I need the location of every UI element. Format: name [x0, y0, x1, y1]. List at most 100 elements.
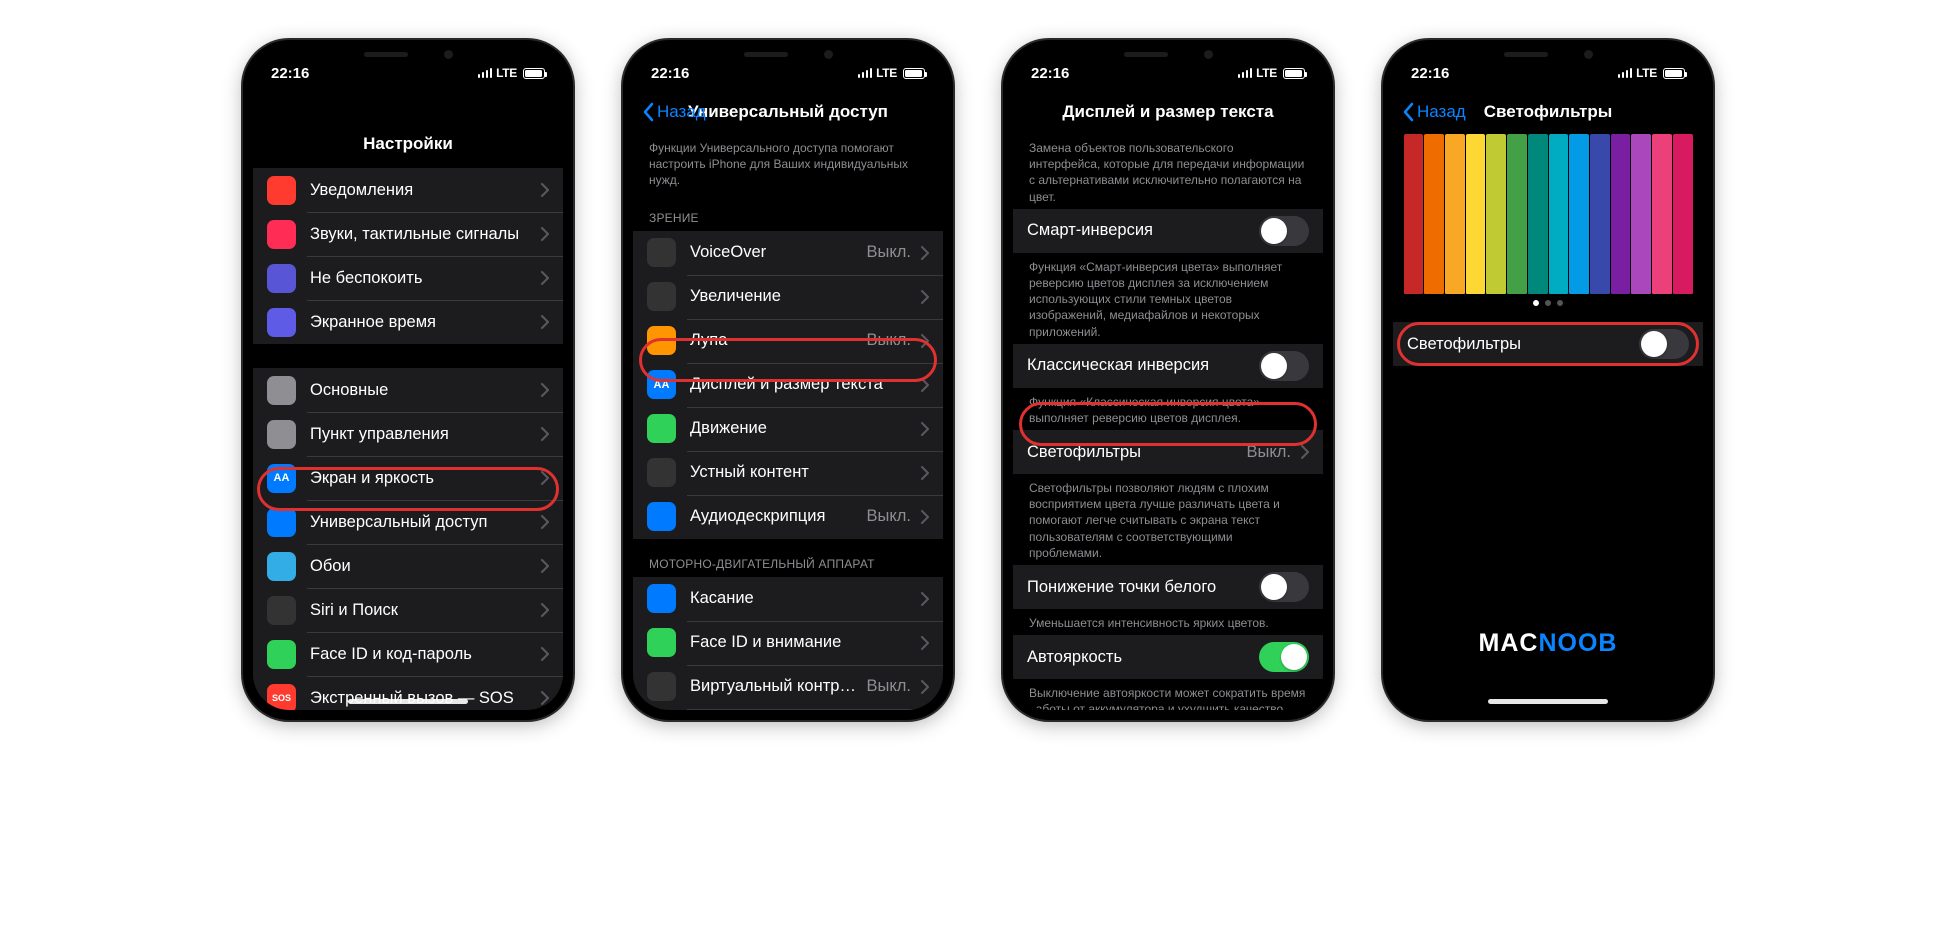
row-icon — [267, 308, 296, 337]
settings-row[interactable]: AA Экран и яркость — [253, 456, 563, 500]
row-icon: SOS — [267, 684, 296, 711]
row-label: Звуки, тактильные сигналы — [310, 225, 531, 244]
chevron-right-icon — [541, 559, 549, 573]
home-indicator[interactable] — [348, 699, 468, 704]
watermark: MACNOOB — [1393, 629, 1703, 658]
notch — [708, 40, 868, 68]
row-icon — [267, 264, 296, 293]
signal-icon — [1238, 68, 1253, 78]
row-reduce-white[interactable]: Понижение точки белого — [1013, 565, 1323, 609]
row-label: Дисплей и размер текста — [690, 375, 911, 394]
row-label: Универсальный доступ — [310, 513, 531, 532]
row-value: Выкл. — [867, 331, 911, 350]
signal-icon — [1618, 68, 1633, 78]
settings-row[interactable]: AAДисплей и размер текста — [633, 363, 943, 407]
chevron-right-icon — [921, 592, 929, 606]
settings-row[interactable]: Устный контент — [633, 451, 943, 495]
row-label: Face ID и внимание — [690, 633, 911, 652]
chevron-right-icon — [541, 271, 549, 285]
toggle-smart-invert[interactable] — [1259, 216, 1309, 246]
back-button[interactable]: Назад — [641, 102, 706, 122]
row-label: Siri и Поиск — [310, 601, 531, 620]
row-value: Выкл. — [867, 507, 911, 526]
content[interactable]: Светофильтры — [1393, 134, 1703, 710]
page-dots[interactable] — [1393, 300, 1703, 306]
chevron-right-icon — [541, 603, 549, 617]
row-icon — [267, 176, 296, 205]
note-smart: Функция «Смарт-инверсия цвета» выполняет… — [1013, 253, 1323, 344]
content[interactable]: Замена объектов пользовательского интерф… — [1013, 134, 1323, 710]
row-label: Пункт управления — [310, 425, 531, 444]
row-label: Увеличение — [690, 287, 911, 306]
row-icon — [647, 282, 676, 311]
settings-row[interactable]: Уведомления — [253, 168, 563, 212]
row-label: Не беспокоить — [310, 269, 531, 288]
settings-row[interactable]: Виртуальный контроллерВыкл. — [633, 665, 943, 709]
settings-row[interactable]: ЛупаВыкл. — [633, 319, 943, 363]
settings-row[interactable]: Siri и Поиск — [253, 588, 563, 632]
settings-row[interactable]: SOSЭкстренный вызов — SOS — [253, 676, 563, 710]
row-icon — [267, 220, 296, 249]
back-button[interactable]: Назад — [1401, 102, 1466, 122]
row-icon — [647, 584, 676, 613]
note-auto: Выключение автояркости может сократить в… — [1013, 679, 1323, 710]
row-icon — [267, 420, 296, 449]
status-time: 22:16 — [271, 65, 309, 82]
row-classic-invert[interactable]: Классическая инверсия — [1013, 344, 1323, 388]
settings-row[interactable]: Управление голосомВыкл. — [633, 709, 943, 710]
page-title: Светофильтры — [1484, 102, 1613, 122]
row-label: Экран и яркость — [310, 469, 531, 488]
chevron-right-icon — [541, 471, 549, 485]
nav-bar: Назад Универсальный доступ — [633, 90, 943, 134]
nav-bar: Настройки — [253, 122, 563, 166]
settings-row[interactable]: VoiceOver Выкл. — [633, 231, 943, 275]
row-color-filters-toggle[interactable]: Светофильтры — [1393, 322, 1703, 366]
row-smart-invert[interactable]: Смарт-инверсия — [1013, 209, 1323, 253]
row-color-filters[interactable]: Светофильтры Выкл. — [1013, 430, 1323, 474]
status-carrier: LTE — [1256, 66, 1277, 80]
content[interactable]: Уведомления Звуки, тактильные сигналы Не б… — [253, 168, 563, 710]
chevron-right-icon — [921, 290, 929, 304]
settings-row[interactable]: АудиодескрипцияВыкл. — [633, 495, 943, 539]
settings-row[interactable]: Face ID и код-пароль — [253, 632, 563, 676]
toggle-classic-invert[interactable] — [1259, 351, 1309, 381]
toggle-auto-brightness[interactable] — [1259, 642, 1309, 672]
row-label: VoiceOver — [690, 243, 859, 262]
chevron-right-icon — [541, 427, 549, 441]
status-carrier: LTE — [876, 66, 897, 80]
note-classic: Функция «Классическая инверсия цвета» вы… — [1013, 388, 1323, 430]
settings-row[interactable]: Увеличение — [633, 275, 943, 319]
row-icon — [647, 502, 676, 531]
row-auto-brightness[interactable]: Автояркость — [1013, 635, 1323, 679]
settings-row[interactable]: Пункт управления — [253, 412, 563, 456]
settings-row[interactable]: Звуки, тактильные сигналы — [253, 212, 563, 256]
chevron-right-icon — [921, 636, 929, 650]
status-carrier: LTE — [496, 66, 517, 80]
settings-row[interactable]: Face ID и внимание — [633, 621, 943, 665]
settings-row[interactable]: Движение — [633, 407, 943, 451]
note-filters: Светофильтры позволяют людям с плохим во… — [1013, 474, 1323, 565]
row-icon — [647, 326, 676, 355]
settings-row[interactable]: Основные — [253, 368, 563, 412]
settings-row[interactable]: Не беспокоить — [253, 256, 563, 300]
settings-row[interactable]: Экранное время — [253, 300, 563, 344]
row-icon — [267, 552, 296, 581]
settings-row[interactable]: Обои — [253, 544, 563, 588]
note: Замена объектов пользовательского интерф… — [1013, 134, 1323, 209]
settings-row[interactable]: Касание — [633, 577, 943, 621]
phone-color-filters: 22:16 LTE Назад Светофильтры — [1383, 40, 1713, 720]
toggle-reduce-white[interactable] — [1259, 572, 1309, 602]
notch — [1468, 40, 1628, 68]
pencils-preview[interactable] — [1393, 134, 1703, 312]
row-icon — [647, 628, 676, 657]
toggle-color-filters[interactable] — [1639, 329, 1689, 359]
battery-icon — [1283, 68, 1305, 79]
chevron-left-icon — [1401, 102, 1415, 122]
settings-row[interactable]: Универсальный доступ — [253, 500, 563, 544]
row-label: Касание — [690, 589, 911, 608]
home-indicator[interactable] — [1488, 699, 1608, 704]
row-value: Выкл. — [867, 243, 911, 262]
row-icon — [267, 596, 296, 625]
content[interactable]: Функции Универсального доступа помогают … — [633, 134, 943, 710]
row-icon: AA — [267, 464, 296, 493]
